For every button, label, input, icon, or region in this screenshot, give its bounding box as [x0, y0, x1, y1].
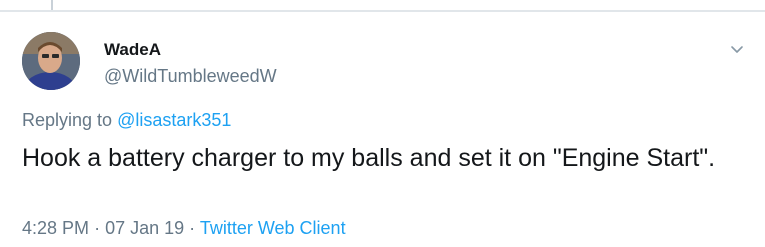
tweet-source-link[interactable]: Twitter Web Client	[200, 218, 346, 238]
top-divider	[0, 10, 765, 12]
avatar-image	[22, 32, 80, 90]
user-handle[interactable]: @WildTumbleweedW	[104, 66, 277, 87]
display-name[interactable]: WadeA	[104, 40, 161, 60]
chevron-down-icon[interactable]	[730, 44, 744, 56]
tweet-text: Hook a battery charger to my balls and s…	[22, 144, 716, 172]
tweet-date[interactable]: 07 Jan 19	[105, 218, 184, 238]
tweet-metadata: 4:28 PM · 07 Jan 19 · Twitter Web Client	[22, 218, 346, 239]
replying-to-line: Replying to @lisastark351	[22, 110, 231, 131]
avatar[interactable]	[22, 32, 80, 90]
replying-label: Replying to	[22, 110, 113, 130]
meta-separator: ·	[189, 218, 196, 238]
meta-separator: ·	[94, 218, 101, 238]
tweet-time[interactable]: 4:28 PM	[22, 218, 89, 238]
replying-to-mention[interactable]: @lisastark351	[117, 110, 231, 130]
